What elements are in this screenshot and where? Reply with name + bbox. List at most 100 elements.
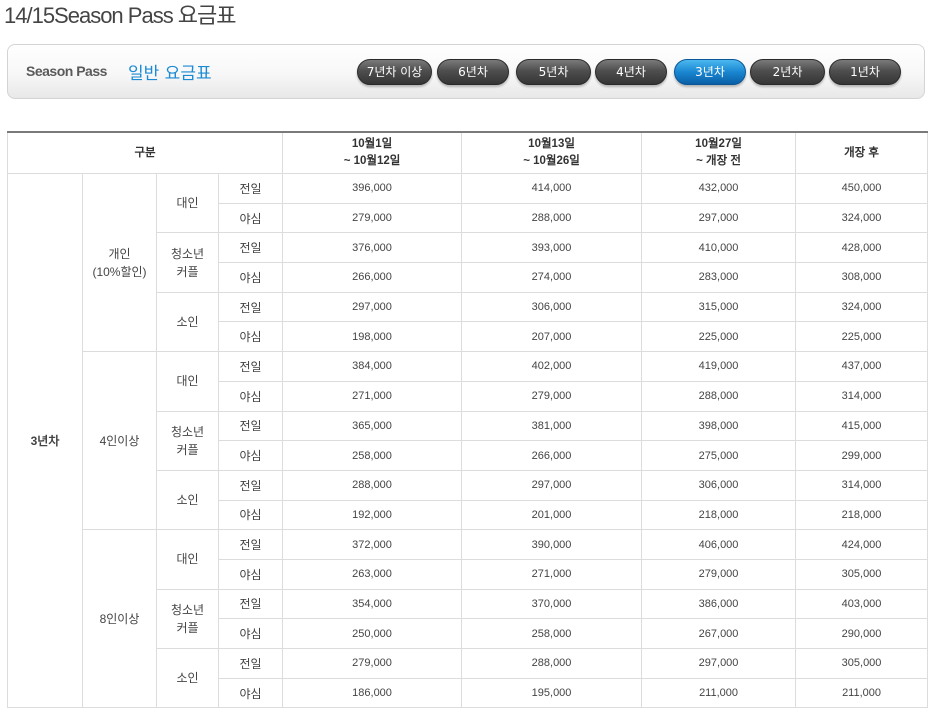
price-cell: 211,000 <box>641 677 797 709</box>
tab-year-2[interactable]: 6년차 <box>437 59 509 85</box>
price-cell: 396,000 <box>282 173 463 204</box>
price-cell: 266,000 <box>461 440 643 471</box>
price-cell: 419,000 <box>641 351 797 382</box>
price-cell: 354,000 <box>282 588 463 620</box>
price-cell: 288,000 <box>282 469 463 501</box>
pass-kind-cell: 전일 <box>217 291 284 323</box>
price-cell: 315,000 <box>641 291 797 323</box>
pass-kind-cell: 야심 <box>217 677 284 709</box>
pass-kind-cell: 야심 <box>217 262 284 293</box>
price-cell: 424,000 <box>795 529 929 560</box>
price-cell: 275,000 <box>641 440 797 471</box>
price-cell: 258,000 <box>461 618 643 649</box>
price-cell: 305,000 <box>795 558 929 590</box>
price-cell: 410,000 <box>641 232 797 264</box>
ticket-type-cell: 소인 <box>156 291 219 353</box>
price-cell: 263,000 <box>282 558 463 590</box>
price-cell: 381,000 <box>461 410 643 442</box>
price-cell: 288,000 <box>641 380 797 412</box>
price-cell: 372,000 <box>282 529 463 560</box>
price-cell: 279,000 <box>461 380 643 412</box>
price-cell: 306,000 <box>461 291 643 323</box>
price-cell: 314,000 <box>795 380 929 412</box>
price-cell: 225,000 <box>641 321 797 353</box>
price-cell: 271,000 <box>461 558 643 590</box>
pass-kind-cell: 야심 <box>217 440 284 471</box>
price-cell: 297,000 <box>461 469 643 501</box>
price-cell: 267,000 <box>641 618 797 649</box>
price-cell: 279,000 <box>282 648 463 679</box>
price-cell: 308,000 <box>795 262 929 293</box>
price-cell: 432,000 <box>641 173 797 204</box>
price-cell: 274,000 <box>461 262 643 293</box>
pass-kind-cell: 전일 <box>217 529 284 560</box>
ticket-type-cell-line-2: 커플 <box>176 442 199 457</box>
price-cell: 207,000 <box>461 321 643 353</box>
price-cell: 198,000 <box>282 321 463 353</box>
pass-kind-cell: 전일 <box>217 588 284 620</box>
header-period-3: 10월27일 ~ 개장 전 <box>641 131 797 174</box>
price-cell: 258,000 <box>282 440 463 471</box>
group-cell-line-1: 개인 <box>108 246 131 261</box>
pass-kind-cell: 야심 <box>217 499 284 531</box>
header-period-4: 개장 후 <box>795 131 929 174</box>
price-cell: 250,000 <box>282 618 463 649</box>
price-cell: 415,000 <box>795 410 929 442</box>
price-cell: 414,000 <box>461 173 643 204</box>
header-period-2-line1: 10월13일 <box>528 138 575 150</box>
price-cell: 290,000 <box>795 618 929 649</box>
ticket-type-cell: 청소년커플 <box>156 232 219 293</box>
table-row: 8인이상 대인 전일 372,000 390,000 406,000 424,000 <box>8 529 929 709</box>
price-cell: 324,000 <box>795 202 929 234</box>
price-cell: 370,000 <box>461 588 643 620</box>
price-cell: 297,000 <box>641 648 797 679</box>
price-cell: 297,000 <box>641 202 797 234</box>
tab-year-1[interactable]: 7년차 이상 <box>357 59 432 85</box>
header-category: 구분 <box>6 131 284 174</box>
tab-year-4[interactable]: 4년차 <box>595 59 667 85</box>
header-period-2: 10월13일 ~ 10월26일 <box>461 131 643 174</box>
pass-kind-cell: 야심 <box>217 618 284 649</box>
price-cell: 288,000 <box>461 202 643 234</box>
tab-year-6[interactable]: 2년차 <box>750 59 825 85</box>
price-cell: 406,000 <box>641 529 797 560</box>
year-cell: 3년차 <box>7 172 83 709</box>
price-cell: 201,000 <box>461 499 643 531</box>
brand-label: Season Pass <box>26 63 107 79</box>
pass-kind-cell: 전일 <box>217 648 284 679</box>
ticket-type-cell: 청소년 커플 <box>156 588 219 650</box>
ticket-type-cell-line-2: 커플 <box>176 264 199 279</box>
header-period-2-line2: ~ 10월26일 <box>523 155 580 167</box>
price-cell: 186,000 <box>282 677 463 709</box>
group-cell: 4인이상 <box>82 351 157 531</box>
table-row: 4인이상 대인 전일 384,000 402,000 419,000 437,000 <box>8 351 929 531</box>
pass-kind-cell: 야심 <box>217 321 284 353</box>
price-cell: 390,000 <box>461 529 643 560</box>
pass-kind-cell: 전일 <box>217 410 284 442</box>
price-cell: 218,000 <box>641 499 797 531</box>
ticket-type-cell: 대인 <box>156 172 219 234</box>
tab-year-5[interactable]: 3년차 <box>674 59 746 85</box>
pass-kind-cell: 야심 <box>217 558 284 590</box>
tab-year-7[interactable]: 1년차 <box>829 59 901 85</box>
pass-kind-cell: 전일 <box>217 469 284 501</box>
tab-year-3[interactable]: 5년차 <box>516 59 591 85</box>
group-cell: 개인 (10%할인) <box>82 172 157 353</box>
price-cell: 306,000 <box>641 469 797 501</box>
ticket-type-cell: 대인 <box>156 529 219 590</box>
price-cell: 437,000 <box>795 351 929 382</box>
ticket-type-cell-line-1: 청소년 <box>170 246 205 261</box>
group-cell: 8인이상 <box>82 529 157 709</box>
fee-table: 구분 10월1일 ~ 10월12일 10월13일 ~ 10월26일 10월27일 ~ … <box>6 131 929 709</box>
price-cell: 192,000 <box>282 499 463 531</box>
price-cell: 279,000 <box>282 202 463 234</box>
price-cell: 450,000 <box>795 173 929 204</box>
price-cell: 305,000 <box>795 648 929 679</box>
price-cell: 283,000 <box>641 262 797 293</box>
ticket-type-cell: 청소년 커플 <box>156 410 219 471</box>
ticket-type-cell: 소인 <box>156 469 219 531</box>
header-period-1-line1: 10월1일 <box>351 138 393 150</box>
fee-selector-panel: Season Pass 일반 요금표 7년차 이상 6년차 5년차 4년차 3년차 2년차… <box>7 44 925 99</box>
header-period-3-line1: 10월27일 <box>695 138 742 150</box>
ticket-type-cell-line-1: 청소년 <box>170 602 205 617</box>
